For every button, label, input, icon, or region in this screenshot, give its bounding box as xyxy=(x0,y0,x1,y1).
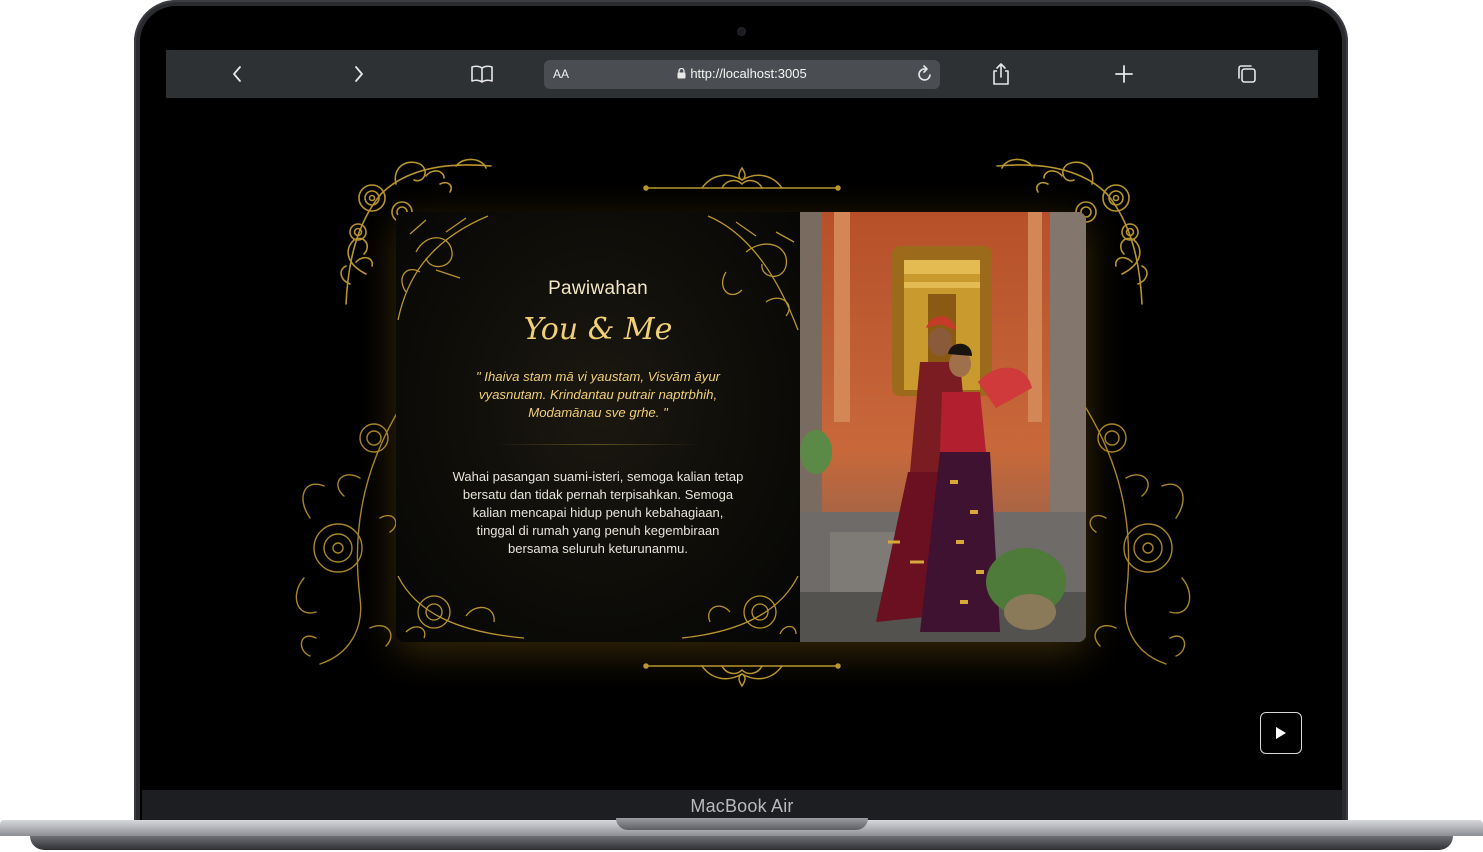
text-divider xyxy=(496,444,700,445)
sanskrit-quote: " Ihaiva stam mā vi yaustam, Visvām āyur… xyxy=(475,369,721,420)
invitation-card: Pawiwahan You & Me " Ihaiva stam mā vi y… xyxy=(396,212,1086,642)
lock-icon xyxy=(677,67,686,82)
couple-in-balinese-attire-photo xyxy=(800,212,1086,642)
inner-floral-bottom-left xyxy=(397,575,525,639)
invitation-text-panel: Pawiwahan You & Me " Ihaiva stam mā vi y… xyxy=(396,212,800,642)
reload-icon[interactable] xyxy=(916,64,934,88)
play-icon xyxy=(1276,727,1286,739)
tabs-icon[interactable] xyxy=(1232,60,1262,88)
floral-side-ornament-right xyxy=(1085,407,1191,665)
new-tab-icon[interactable] xyxy=(1109,60,1139,88)
browser-toolbar: AA http://localhost:3005 xyxy=(166,50,1318,98)
inner-floral-top-left xyxy=(397,215,489,321)
inner-floral-bottom-right xyxy=(681,575,799,639)
event-subtitle: Pawiwahan xyxy=(548,278,648,299)
back-icon[interactable] xyxy=(222,60,252,88)
screen: AA http://localhost:3005 Pawiwahan You &… xyxy=(166,50,1318,790)
invitation-page: Pawiwahan You & Me " Ihaiva stam mā vi y… xyxy=(166,98,1318,790)
music-play-button[interactable] xyxy=(1260,712,1302,754)
bookmarks-icon[interactable] xyxy=(467,60,497,88)
camera-icon xyxy=(738,28,745,35)
url-text: http://localhost:3005 xyxy=(690,66,807,81)
laptop-base xyxy=(0,818,1483,852)
couple-title: You & Me xyxy=(523,312,673,347)
blessing-text: Wahai pasangan suami-isteri, semoga kali… xyxy=(452,469,744,556)
divider-ornament-bottom xyxy=(643,663,841,688)
divider-ornament-top xyxy=(643,166,841,191)
floral-side-ornament-left xyxy=(295,407,401,665)
forward-icon[interactable] xyxy=(344,60,374,88)
device-label: MacBook Air xyxy=(690,796,794,816)
laptop-notch xyxy=(616,818,868,830)
share-icon[interactable] xyxy=(986,60,1016,88)
address-bar[interactable]: AA http://localhost:3005 xyxy=(544,60,940,89)
